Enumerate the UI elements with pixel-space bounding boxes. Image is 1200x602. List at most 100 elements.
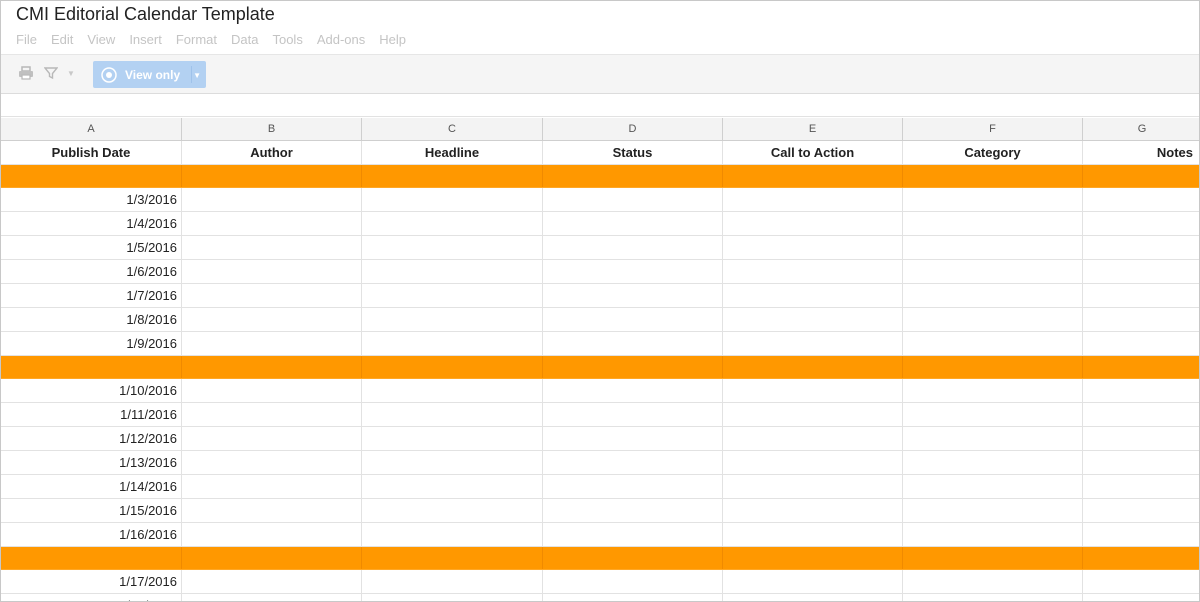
table-cell[interactable] bbox=[723, 188, 903, 211]
menu-view[interactable]: View bbox=[87, 32, 115, 47]
table-cell[interactable] bbox=[723, 308, 903, 331]
table-cell[interactable] bbox=[543, 332, 723, 355]
table-cell[interactable] bbox=[1083, 260, 1199, 283]
table-cell[interactable] bbox=[362, 379, 543, 402]
publish-date-cell[interactable]: 1/7/2016 bbox=[1, 284, 182, 307]
table-cell[interactable] bbox=[903, 332, 1083, 355]
table-cell[interactable] bbox=[182, 308, 362, 331]
table-cell[interactable] bbox=[182, 212, 362, 235]
publish-date-cell[interactable]: 1/4/2016 bbox=[1, 212, 182, 235]
table-cell[interactable] bbox=[1083, 308, 1199, 331]
publish-date-cell[interactable] bbox=[1, 356, 182, 378]
table-cell[interactable] bbox=[182, 379, 362, 402]
table-cell[interactable] bbox=[543, 356, 723, 378]
column-header-b[interactable]: B bbox=[182, 118, 362, 140]
header-publish-date[interactable]: Publish Date bbox=[1, 141, 182, 164]
publish-date-cell[interactable]: 1/9/2016 bbox=[1, 332, 182, 355]
table-cell[interactable] bbox=[723, 260, 903, 283]
table-cell[interactable] bbox=[362, 499, 543, 522]
publish-date-cell[interactable]: 1/12/2016 bbox=[1, 427, 182, 450]
table-cell[interactable] bbox=[903, 499, 1083, 522]
table-cell[interactable] bbox=[903, 427, 1083, 450]
table-cell[interactable] bbox=[903, 594, 1083, 601]
table-cell[interactable] bbox=[182, 284, 362, 307]
table-cell[interactable] bbox=[723, 594, 903, 601]
table-cell[interactable] bbox=[903, 212, 1083, 235]
table-cell[interactable] bbox=[1083, 356, 1199, 378]
table-cell[interactable] bbox=[903, 284, 1083, 307]
publish-date-cell[interactable]: 1/6/2016 bbox=[1, 260, 182, 283]
table-cell[interactable] bbox=[362, 356, 543, 378]
table-cell[interactable] bbox=[543, 236, 723, 259]
table-cell[interactable] bbox=[543, 451, 723, 474]
table-cell[interactable] bbox=[1083, 523, 1199, 546]
publish-date-cell[interactable]: 1/13/2016 bbox=[1, 451, 182, 474]
column-header-a[interactable]: A bbox=[1, 118, 182, 140]
table-cell[interactable] bbox=[723, 379, 903, 402]
table-cell[interactable] bbox=[543, 594, 723, 601]
table-cell[interactable] bbox=[182, 236, 362, 259]
filter-icon[interactable] bbox=[43, 66, 59, 83]
table-cell[interactable] bbox=[903, 165, 1083, 187]
table-cell[interactable] bbox=[723, 284, 903, 307]
table-cell[interactable] bbox=[182, 260, 362, 283]
header-category[interactable]: Category bbox=[903, 141, 1083, 164]
table-cell[interactable] bbox=[723, 403, 903, 426]
header-author[interactable]: Author bbox=[182, 141, 362, 164]
view-only-button[interactable]: View only ▼ bbox=[93, 61, 206, 88]
table-cell[interactable] bbox=[182, 570, 362, 593]
table-cell[interactable] bbox=[1083, 594, 1199, 601]
table-cell[interactable] bbox=[723, 475, 903, 498]
table-cell[interactable] bbox=[182, 451, 362, 474]
column-header-c[interactable]: C bbox=[362, 118, 543, 140]
formula-bar[interactable] bbox=[1, 94, 1199, 117]
table-cell[interactable] bbox=[723, 570, 903, 593]
table-cell[interactable] bbox=[182, 475, 362, 498]
publish-date-cell[interactable]: 1/14/2016 bbox=[1, 475, 182, 498]
table-cell[interactable] bbox=[182, 523, 362, 546]
header-call-to-action[interactable]: Call to Action bbox=[723, 141, 903, 164]
table-cell[interactable] bbox=[1083, 165, 1199, 187]
table-cell[interactable] bbox=[543, 188, 723, 211]
table-cell[interactable] bbox=[1083, 332, 1199, 355]
table-cell[interactable] bbox=[362, 523, 543, 546]
table-cell[interactable] bbox=[362, 547, 543, 569]
table-cell[interactable] bbox=[182, 165, 362, 187]
table-cell[interactable] bbox=[903, 475, 1083, 498]
table-cell[interactable] bbox=[903, 547, 1083, 569]
table-cell[interactable] bbox=[723, 165, 903, 187]
table-cell[interactable] bbox=[543, 570, 723, 593]
table-cell[interactable] bbox=[543, 165, 723, 187]
publish-date-cell[interactable]: 1/11/2016 bbox=[1, 403, 182, 426]
table-cell[interactable] bbox=[723, 523, 903, 546]
table-cell[interactable] bbox=[1083, 212, 1199, 235]
table-cell[interactable] bbox=[182, 188, 362, 211]
table-cell[interactable] bbox=[903, 356, 1083, 378]
table-cell[interactable] bbox=[903, 570, 1083, 593]
menu-add-ons[interactable]: Add-ons bbox=[317, 32, 365, 47]
menu-data[interactable]: Data bbox=[231, 32, 258, 47]
table-cell[interactable] bbox=[723, 332, 903, 355]
table-cell[interactable] bbox=[362, 427, 543, 450]
table-cell[interactable] bbox=[1083, 403, 1199, 426]
header-headline[interactable]: Headline bbox=[362, 141, 543, 164]
menu-help[interactable]: Help bbox=[379, 32, 406, 47]
table-cell[interactable] bbox=[182, 332, 362, 355]
document-title[interactable]: CMI Editorial Calendar Template bbox=[16, 4, 275, 25]
table-cell[interactable] bbox=[182, 547, 362, 569]
table-cell[interactable] bbox=[182, 356, 362, 378]
table-cell[interactable] bbox=[543, 427, 723, 450]
table-cell[interactable] bbox=[362, 308, 543, 331]
table-cell[interactable] bbox=[903, 308, 1083, 331]
publish-date-cell[interactable] bbox=[1, 547, 182, 569]
table-cell[interactable] bbox=[1083, 475, 1199, 498]
table-cell[interactable] bbox=[1083, 188, 1199, 211]
column-header-g[interactable]: G bbox=[1083, 118, 1199, 140]
menu-file[interactable]: File bbox=[16, 32, 37, 47]
table-cell[interactable] bbox=[723, 356, 903, 378]
table-cell[interactable] bbox=[903, 523, 1083, 546]
table-cell[interactable] bbox=[543, 475, 723, 498]
table-cell[interactable] bbox=[903, 379, 1083, 402]
column-header-d[interactable]: D bbox=[543, 118, 723, 140]
print-icon[interactable] bbox=[18, 66, 34, 83]
